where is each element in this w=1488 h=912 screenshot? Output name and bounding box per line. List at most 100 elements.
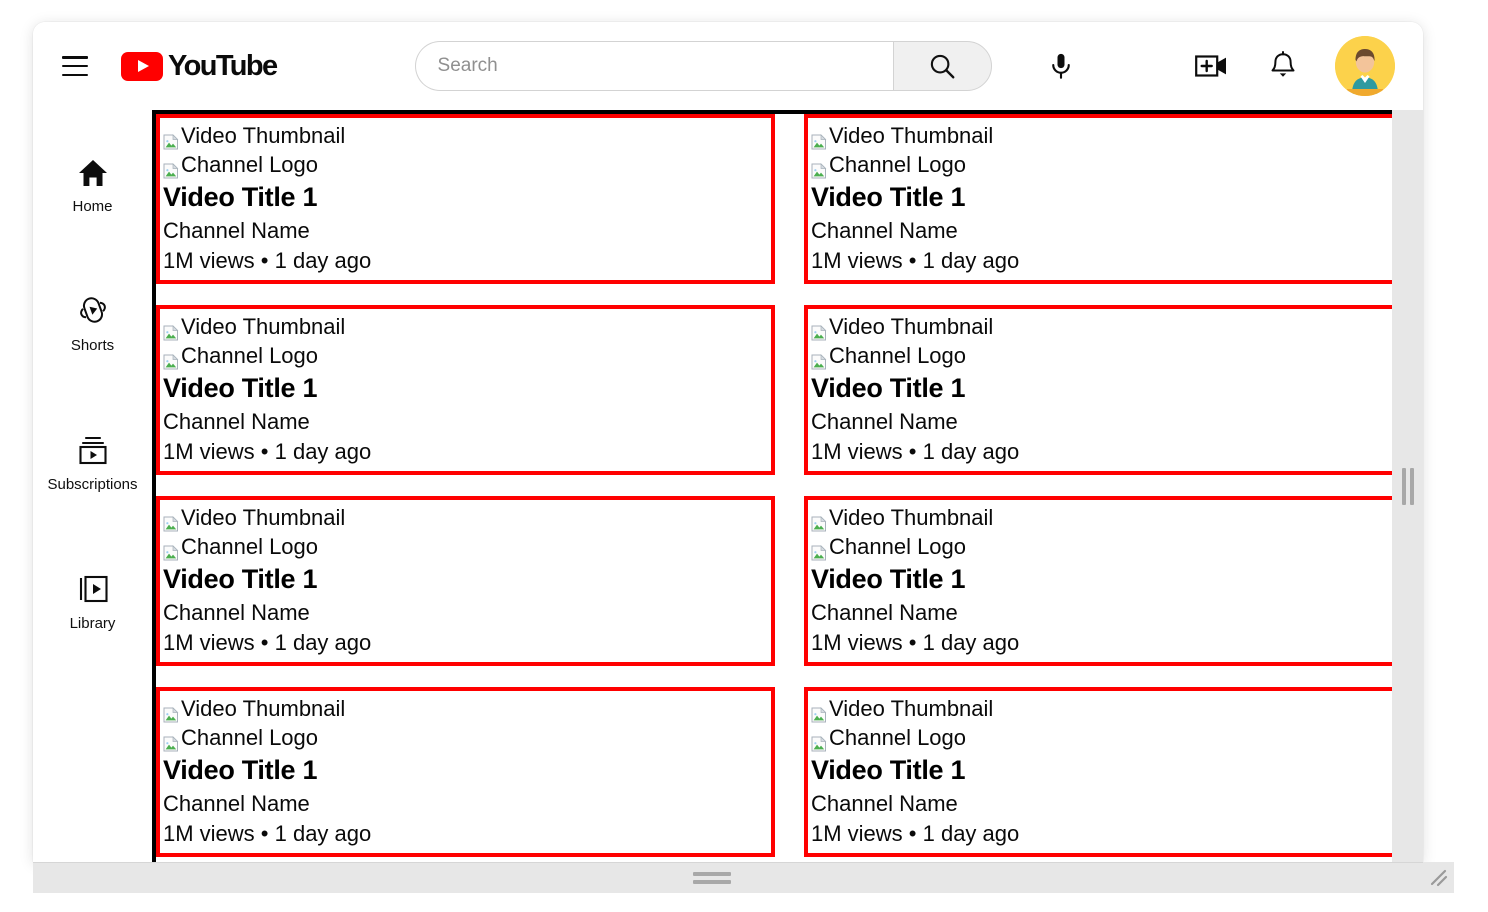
hamburger-line xyxy=(62,74,88,77)
video-card[interactable]: Video Thumbnail Chan xyxy=(804,496,1423,666)
video-title: Video Title 1 xyxy=(163,370,771,407)
thumbnail-placeholder: Video Thumbnail xyxy=(163,503,771,532)
video-title: Video Title 1 xyxy=(163,752,771,789)
microphone-icon xyxy=(1046,51,1076,81)
search-button[interactable] xyxy=(893,41,992,91)
channel-logo-placeholder: Channel Logo xyxy=(811,150,1419,179)
hamburger-line xyxy=(62,56,88,59)
thumbnail-alt-text: Video Thumbnail xyxy=(181,503,345,532)
channel-logo-placeholder: Channel Logo xyxy=(163,532,771,561)
resize-handle[interactable] xyxy=(1423,862,1454,893)
search-input[interactable] xyxy=(415,41,893,91)
broken-image-icon xyxy=(811,157,827,173)
search-icon xyxy=(927,51,957,81)
thumbnail-alt-text: Video Thumbnail xyxy=(829,503,993,532)
sidebar-item-subscriptions[interactable]: Subscriptions xyxy=(33,432,152,493)
channel-name: Channel Name xyxy=(811,789,1419,819)
hamburger-menu-icon[interactable] xyxy=(62,56,88,76)
video-title: Video Title 1 xyxy=(811,370,1419,407)
thumbnail-alt-text: Video Thumbnail xyxy=(829,312,993,341)
sidebar-item-shorts[interactable]: Shorts xyxy=(33,293,152,354)
video-meta: 1M views • 1 day ago xyxy=(811,437,1419,467)
sidebar-item-label: Home xyxy=(72,198,112,215)
video-meta: 1M views • 1 day ago xyxy=(163,437,771,467)
sidebar-item-library[interactable]: Library xyxy=(33,571,152,632)
thumbnail-alt-text: Video Thumbnail xyxy=(181,121,345,150)
broken-image-icon xyxy=(811,730,827,746)
avatar[interactable] xyxy=(1335,36,1395,96)
channel-logo-placeholder: Channel Logo xyxy=(163,341,771,370)
video-title: Video Title 1 xyxy=(811,179,1419,216)
video-card[interactable]: Video Thumbnail Chan xyxy=(156,114,775,284)
thumbnail-placeholder: Video Thumbnail xyxy=(811,503,1419,532)
channel-name: Channel Name xyxy=(811,598,1419,628)
broken-image-icon xyxy=(811,539,827,555)
grip-bar xyxy=(693,872,731,876)
broken-image-icon xyxy=(163,319,179,335)
library-icon xyxy=(76,571,110,605)
video-card[interactable]: Video Thumbnail Chan xyxy=(804,114,1423,284)
channel-name: Channel Name xyxy=(163,216,771,246)
thumbnail-alt-text: Video Thumbnail xyxy=(829,694,993,723)
horizontal-scrollbar[interactable] xyxy=(33,862,1423,893)
create-video-button[interactable] xyxy=(1193,47,1231,85)
horizontal-scrollbar-thumb[interactable] xyxy=(33,863,1391,893)
video-grid-container: Video Thumbnail Chan xyxy=(152,110,1423,862)
channel-logo-alt-text: Channel Logo xyxy=(181,341,318,370)
vertical-scrollbar-thumb[interactable] xyxy=(1392,110,1423,862)
vertical-scrollbar-grip xyxy=(1402,468,1414,505)
search-bar xyxy=(415,41,992,91)
broken-image-icon xyxy=(163,510,179,526)
video-meta: 1M views • 1 day ago xyxy=(811,628,1419,658)
body-row: Home Shorts xyxy=(33,110,1423,862)
video-card[interactable]: Video Thumbnail Chan xyxy=(804,687,1423,857)
video-title: Video Title 1 xyxy=(163,561,771,598)
broken-image-icon xyxy=(163,128,179,144)
thumbnail-placeholder: Video Thumbnail xyxy=(163,312,771,341)
grip-bar xyxy=(1402,468,1406,505)
sidebar-item-home[interactable]: Home xyxy=(33,154,152,215)
sidebar-item-label: Subscriptions xyxy=(47,476,137,493)
video-card[interactable]: Video Thumbnail Chan xyxy=(156,305,775,475)
sidebar-item-label: Library xyxy=(70,615,116,632)
channel-name: Channel Name xyxy=(163,407,771,437)
video-meta: 1M views • 1 day ago xyxy=(163,819,771,849)
user-avatar-icon xyxy=(1335,36,1395,96)
channel-logo-alt-text: Channel Logo xyxy=(829,723,966,752)
subscriptions-icon xyxy=(75,432,111,466)
header-actions xyxy=(1193,36,1395,96)
video-card[interactable]: Video Thumbnail Chan xyxy=(156,496,775,666)
youtube-logo-text: YouTube xyxy=(168,50,277,83)
broken-image-icon xyxy=(811,510,827,526)
channel-name: Channel Name xyxy=(163,598,771,628)
thumbnail-placeholder: Video Thumbnail xyxy=(163,694,771,723)
channel-logo-alt-text: Channel Logo xyxy=(829,150,966,179)
notifications-button[interactable] xyxy=(1264,47,1302,85)
grip-bar xyxy=(1410,468,1414,505)
channel-logo-alt-text: Channel Logo xyxy=(181,532,318,561)
home-icon xyxy=(77,154,109,188)
sidebar: Home Shorts xyxy=(33,110,152,862)
channel-name: Channel Name xyxy=(811,407,1419,437)
thumbnail-placeholder: Video Thumbnail xyxy=(811,121,1419,150)
horizontal-scrollbar-grip xyxy=(693,872,731,884)
page-root: YouTube xyxy=(0,0,1488,912)
create-video-icon xyxy=(1195,52,1229,80)
youtube-logo[interactable]: YouTube xyxy=(121,50,277,83)
channel-name: Channel Name xyxy=(163,789,771,819)
video-card[interactable]: Video Thumbnail Chan xyxy=(156,687,775,857)
video-card[interactable]: Video Thumbnail Chan xyxy=(804,305,1423,475)
vertical-scrollbar[interactable] xyxy=(1392,110,1423,862)
channel-logo-alt-text: Channel Logo xyxy=(181,150,318,179)
channel-logo-placeholder: Channel Logo xyxy=(811,532,1419,561)
channel-name: Channel Name xyxy=(811,216,1419,246)
hamburger-line xyxy=(62,65,88,68)
voice-search-button[interactable] xyxy=(1041,46,1081,86)
video-meta: 1M views • 1 day ago xyxy=(163,628,771,658)
video-title: Video Title 1 xyxy=(811,561,1419,598)
channel-logo-placeholder: Channel Logo xyxy=(163,723,771,752)
broken-image-icon xyxy=(811,319,827,335)
broken-image-icon xyxy=(811,348,827,364)
sidebar-item-label: Shorts xyxy=(71,337,114,354)
channel-logo-placeholder: Channel Logo xyxy=(163,150,771,179)
